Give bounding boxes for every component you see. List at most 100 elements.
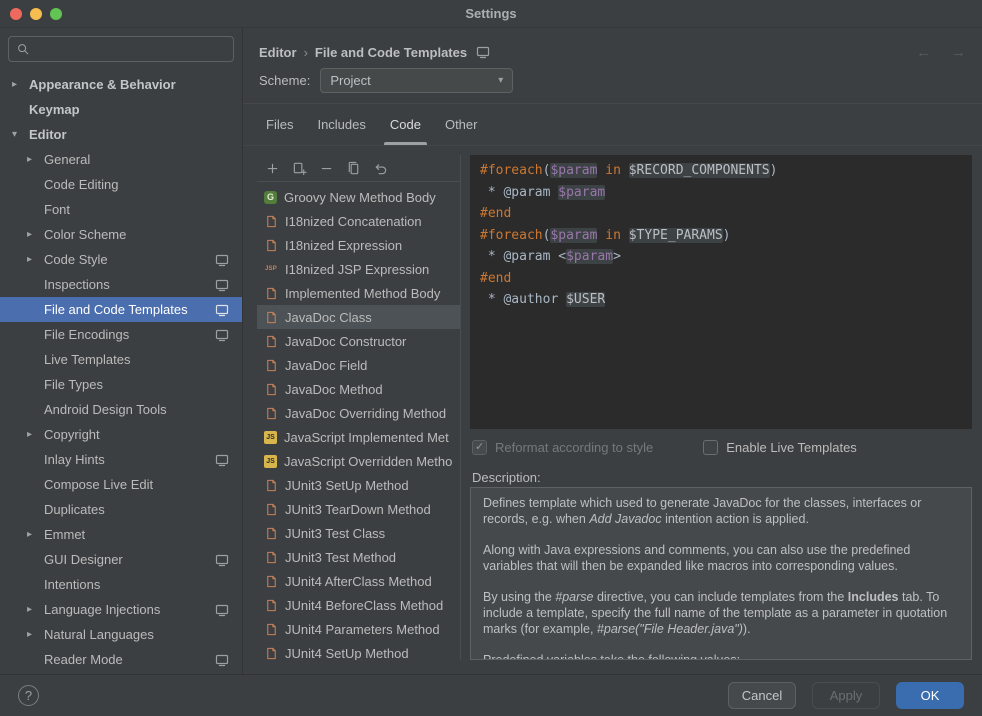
- chevron-down-icon[interactable]: ▾: [12, 129, 29, 140]
- remove-template-button[interactable]: [319, 161, 334, 176]
- template-item-javadoc-method[interactable]: JavaDoc Method: [257, 377, 460, 401]
- template-item-label: JUnit4 AfterClass Method: [285, 574, 432, 589]
- sidebar-item-android-design-tools[interactable]: Android Design Tools: [0, 397, 242, 422]
- sidebar-item-live-templates[interactable]: Live Templates: [0, 347, 242, 372]
- template-item-javascript-overridden-metho[interactable]: JSJavaScript Overridden Metho: [257, 449, 460, 473]
- template-item-groovy-new-method-body[interactable]: GGroovy New Method Body: [257, 185, 460, 209]
- template-item-javascript-implemented-met[interactable]: JSJavaScript Implemented Met: [257, 425, 460, 449]
- tab-code[interactable]: Code: [383, 104, 428, 145]
- sidebar-item-editor[interactable]: ▾Editor: [0, 122, 242, 147]
- template-item-label: JUnit3 SetUp Method: [285, 478, 409, 493]
- chevron-right-icon[interactable]: ▸: [27, 429, 44, 440]
- sidebar-item-gui-designer[interactable]: GUI Designer: [0, 547, 242, 572]
- template-item-i18nized-jsp-expression[interactable]: JSPI18nized JSP Expression: [257, 257, 460, 281]
- template-item-javadoc-overriding-method[interactable]: JavaDoc Overriding Method: [257, 401, 460, 425]
- enable-live-templates-checkbox[interactable]: [703, 440, 718, 455]
- sidebar-item-intentions[interactable]: Intentions: [0, 572, 242, 597]
- template-item-junit3-setup-method[interactable]: JUnit3 SetUp Method: [257, 473, 460, 497]
- chevron-right-icon[interactable]: ▸: [27, 629, 44, 640]
- help-button[interactable]: ?: [18, 685, 39, 706]
- sidebar-item-font[interactable]: Font: [0, 197, 242, 222]
- template-item-junit3-test-method[interactable]: JUnit3 Test Method: [257, 545, 460, 569]
- template-item-junit4-setup-method[interactable]: JUnit4 SetUp Method: [257, 641, 460, 660]
- tab-files[interactable]: Files: [259, 104, 300, 145]
- template-item-i18nized-expression[interactable]: I18nized Expression: [257, 233, 460, 257]
- sidebar-item-code-style[interactable]: ▸Code Style: [0, 247, 242, 272]
- close-window-button[interactable]: [10, 8, 22, 20]
- sidebar-item-label: General: [44, 152, 90, 167]
- screen-icon: [215, 553, 242, 567]
- template-item-junit3-teardown-method[interactable]: JUnit3 TearDown Method: [257, 497, 460, 521]
- forward-button[interactable]: [951, 44, 966, 61]
- apply-button[interactable]: Apply: [812, 682, 880, 709]
- chevron-right-icon[interactable]: ▸: [27, 604, 44, 615]
- template-options: Reformat according to style Enable Live …: [470, 431, 972, 463]
- scheme-select[interactable]: Project: [320, 68, 513, 93]
- sidebar-item-emmet[interactable]: ▸Emmet: [0, 522, 242, 547]
- minimize-window-button[interactable]: [30, 8, 42, 20]
- template-editor[interactable]: #foreach($param in $RECORD_COMPONENTS) *…: [470, 155, 972, 429]
- template-item-junit4-parameters-method[interactable]: JUnit4 Parameters Method: [257, 617, 460, 641]
- template-item-javadoc-constructor[interactable]: JavaDoc Constructor: [257, 329, 460, 353]
- template-file-icon: [264, 622, 278, 636]
- copy-template-button[interactable]: [346, 161, 361, 176]
- sidebar-item-label: Font: [44, 202, 70, 217]
- template-file-icon: [264, 478, 278, 492]
- cancel-button[interactable]: Cancel: [728, 682, 796, 709]
- chevron-down-icon: [498, 75, 503, 86]
- template-item-junit3-test-class[interactable]: JUnit3 Test Class: [257, 521, 460, 545]
- sidebar-item-label: Appearance & Behavior: [29, 77, 176, 92]
- chevron-right-icon[interactable]: ▸: [12, 79, 29, 90]
- chevron-right-icon[interactable]: ▸: [27, 154, 44, 165]
- template-file-icon: [264, 598, 278, 612]
- sidebar-item-language-injections[interactable]: ▸Language Injections: [0, 597, 242, 622]
- main-area: ▸Appearance & BehaviorKeymap▾Editor▸Gene…: [0, 28, 982, 674]
- settings-search-input[interactable]: [8, 36, 234, 62]
- ok-button[interactable]: OK: [896, 682, 964, 709]
- zoom-window-button[interactable]: [50, 8, 62, 20]
- sidebar-item-inspections[interactable]: Inspections: [0, 272, 242, 297]
- screen-icon: [215, 253, 242, 267]
- sidebar-item-file-types[interactable]: File Types: [0, 372, 242, 397]
- sidebar-item-reader-mode[interactable]: Reader Mode: [0, 647, 242, 672]
- sidebar-item-code-editing[interactable]: Code Editing: [0, 172, 242, 197]
- reset-to-default-button[interactable]: [373, 161, 388, 176]
- search-icon: [16, 42, 30, 56]
- back-button[interactable]: [916, 44, 931, 61]
- breadcrumb-editor[interactable]: Editor: [259, 45, 297, 60]
- template-item-junit4-beforeclass-method[interactable]: JUnit4 BeforeClass Method: [257, 593, 460, 617]
- template-item-label: I18nized Expression: [285, 238, 402, 253]
- chevron-right-icon[interactable]: ▸: [27, 229, 44, 240]
- tab-includes[interactable]: Includes: [310, 104, 372, 145]
- sidebar-item-natural-languages[interactable]: ▸Natural Languages: [0, 622, 242, 647]
- sidebar-item-appearance-behavior[interactable]: ▸Appearance & Behavior: [0, 72, 242, 97]
- chevron-right-icon[interactable]: ▸: [27, 254, 44, 265]
- undo-icon: [373, 161, 388, 176]
- sidebar-item-general[interactable]: ▸General: [0, 147, 242, 172]
- template-item-junit4-afterclass-method[interactable]: JUnit4 AfterClass Method: [257, 569, 460, 593]
- template-item-i18nized-concatenation[interactable]: I18nized Concatenation: [257, 209, 460, 233]
- sidebar-item-file-encodings[interactable]: File Encodings: [0, 322, 242, 347]
- code-line: #foreach($param in $TYPE_PARAMS): [480, 225, 962, 247]
- window-controls: [10, 8, 62, 20]
- template-item-javadoc-class[interactable]: JavaDoc Class: [257, 305, 460, 329]
- reformat-checkbox[interactable]: [472, 440, 487, 455]
- sidebar-item-compose-live-edit[interactable]: Compose Live Edit: [0, 472, 242, 497]
- sidebar-item-inlay-hints[interactable]: Inlay Hints: [0, 447, 242, 472]
- sidebar-item-label: Inlay Hints: [44, 452, 105, 467]
- sidebar-item-file-and-code-templates[interactable]: File and Code Templates: [0, 297, 242, 322]
- description-label: Description:: [470, 463, 972, 487]
- sidebar-item-label: Inspections: [44, 277, 110, 292]
- sidebar-item-color-scheme[interactable]: ▸Color Scheme: [0, 222, 242, 247]
- add-template-button[interactable]: [265, 161, 280, 176]
- template-item-implemented-method-body[interactable]: Implemented Method Body: [257, 281, 460, 305]
- copy-plus-icon: [292, 161, 307, 176]
- sidebar-item-duplicates[interactable]: Duplicates: [0, 497, 242, 522]
- sidebar-item-label: GUI Designer: [44, 552, 123, 567]
- sidebar-item-keymap[interactable]: Keymap: [0, 97, 242, 122]
- create-child-template-button[interactable]: [292, 161, 307, 176]
- sidebar-item-copyright[interactable]: ▸Copyright: [0, 422, 242, 447]
- chevron-right-icon[interactable]: ▸: [27, 529, 44, 540]
- template-item-javadoc-field[interactable]: JavaDoc Field: [257, 353, 460, 377]
- tab-other[interactable]: Other: [438, 104, 485, 145]
